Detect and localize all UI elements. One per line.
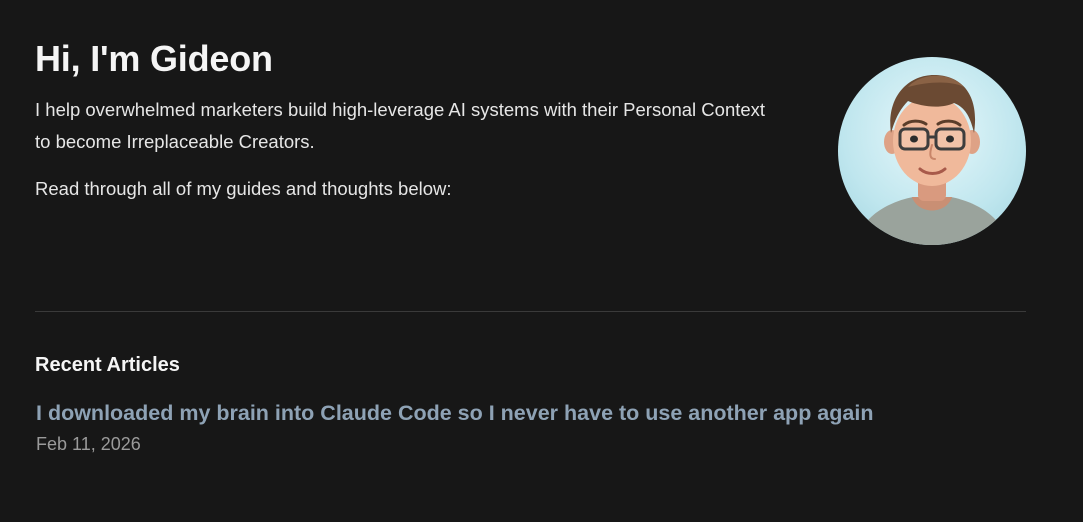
- article-title-link[interactable]: I downloaded my brain into Claude Code s…: [36, 398, 1016, 428]
- avatar: [838, 57, 1026, 245]
- bio-line: I help overwhelmed marketers build high-…: [35, 99, 766, 120]
- section-divider: [35, 311, 1026, 312]
- recent-articles-heading: Recent Articles: [35, 354, 180, 376]
- bio-text: I help overwhelmed marketers build high-…: [35, 94, 795, 158]
- bio-line: to become Irreplaceable Creators.: [35, 131, 315, 152]
- intro-section: Hi, I'm Gideon I help overwhelmed market…: [35, 36, 795, 202]
- page-title: Hi, I'm Gideon: [35, 38, 273, 79]
- avatar-illustration-icon: [856, 75, 1008, 245]
- intro-prompt: Read through all of my guides and though…: [35, 178, 452, 199]
- article-item: I downloaded my brain into Claude Code s…: [36, 398, 1016, 456]
- article-date: Feb 11, 2026: [36, 434, 141, 454]
